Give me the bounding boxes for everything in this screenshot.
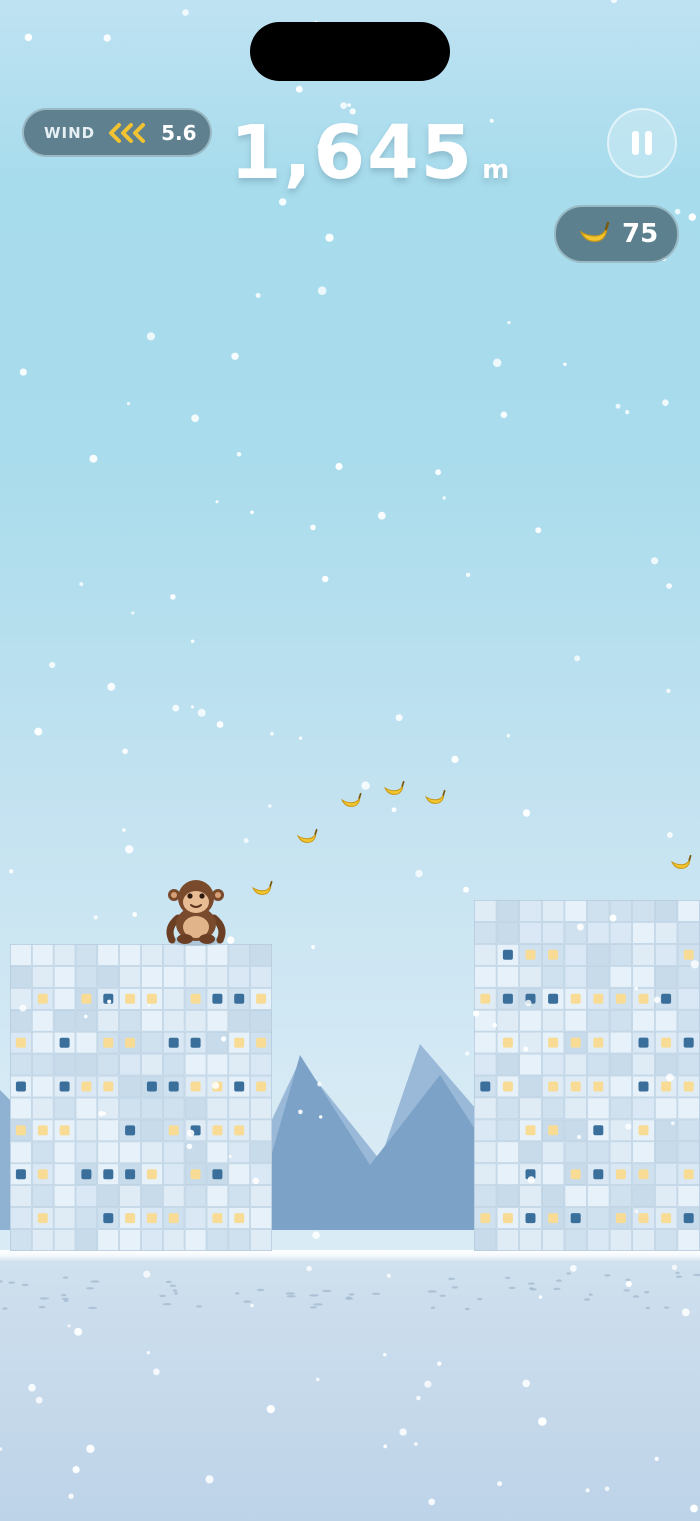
banana-collectible [340, 792, 362, 807]
snowy-ground [0, 1250, 700, 1521]
wind-direction-icon [107, 122, 149, 144]
monkey-character[interactable] [160, 878, 232, 948]
score-unit: m [482, 155, 510, 185]
score-value: 1,645 [230, 110, 475, 196]
pause-icon [629, 131, 655, 155]
game-scene[interactable]: WIND 5.6 1,645 m 75 [0, 0, 700, 1521]
banana-collectible [424, 789, 446, 804]
banana-collectible [251, 880, 273, 895]
banana-icon [578, 219, 610, 249]
wind-value: 5.6 [161, 120, 197, 145]
banana-collectible [383, 780, 405, 795]
banana-counter: 75 [554, 205, 679, 263]
building-right [474, 900, 700, 1251]
banana-collectible [296, 828, 318, 843]
pause-button[interactable] [607, 108, 677, 178]
wind-indicator: WIND 5.6 [22, 108, 212, 157]
dynamic-island [250, 22, 450, 81]
distance-score: 1,645 m [230, 110, 509, 196]
building-left [10, 944, 272, 1251]
banana-collectible [670, 854, 692, 869]
wind-label: WIND [44, 123, 96, 142]
banana-count: 75 [622, 219, 659, 249]
